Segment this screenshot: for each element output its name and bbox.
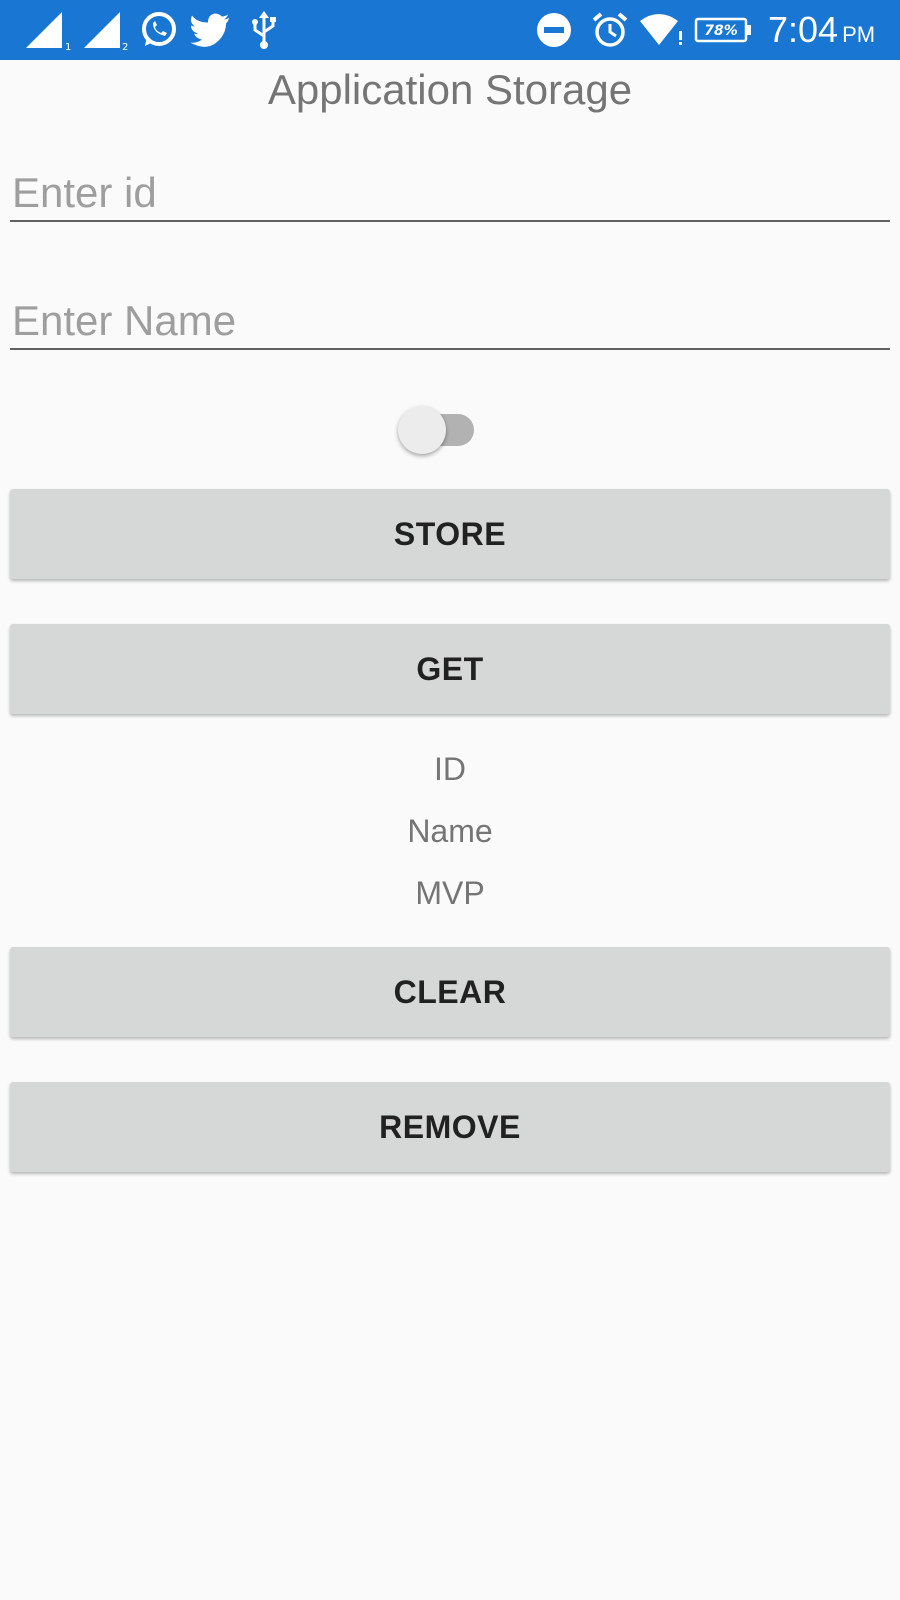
svg-text:78%: 78% <box>704 23 738 39</box>
switch-thumb <box>398 406 446 454</box>
id-output-label: ID <box>434 751 466 787</box>
clock-ampm: PM <box>842 22 876 47</box>
name-input[interactable] <box>10 294 890 350</box>
do-not-disturb-icon <box>534 8 574 52</box>
signal-sim2-icon: 2 <box>80 8 132 52</box>
svg-text:2: 2 <box>122 42 128 52</box>
name-output-label: Name <box>407 813 493 849</box>
store-button[interactable]: STORE <box>10 489 890 579</box>
clear-button[interactable]: CLEAR <box>10 947 890 1037</box>
clock-time: 7:04 <box>768 9 839 50</box>
mvp-output-label: MVP <box>415 875 485 911</box>
get-button[interactable]: GET <box>10 624 890 714</box>
whatsapp-icon <box>138 8 180 52</box>
wifi-icon <box>638 8 684 52</box>
twitter-icon <box>190 8 232 52</box>
id-input[interactable] <box>10 166 890 222</box>
page-title: Application Storage <box>267 66 633 113</box>
status-clock: 7:04 PM <box>768 9 875 51</box>
status-bar: 1 2 78% 7:04 PM <box>0 0 900 60</box>
battery-icon: 78% <box>694 8 752 52</box>
svg-text:1: 1 <box>65 42 71 52</box>
signal-sim1-icon: 1 <box>22 8 74 52</box>
alarm-icon <box>590 8 630 52</box>
usb-icon <box>246 8 282 52</box>
mvp-switch[interactable] <box>396 398 480 454</box>
remove-button[interactable]: REMOVE <box>10 1082 890 1172</box>
